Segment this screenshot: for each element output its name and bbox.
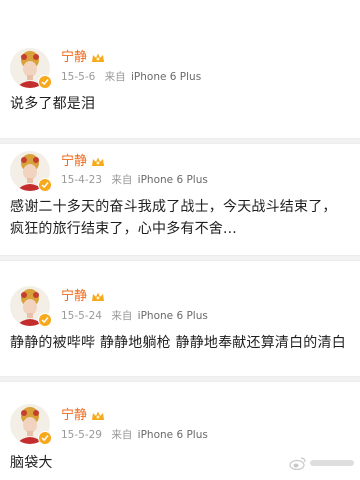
post-card[interactable]: 宁静 15-4-23 来自 iPhone 6 Plus 感谢二十多天的奋斗我成了…: [0, 144, 360, 255]
vip-crown-icon: [92, 292, 105, 301]
post-meta: 15-5-24 来自 iPhone 6 Plus: [61, 309, 208, 323]
user-name[interactable]: 宁静: [61, 408, 87, 424]
post-date: 15-4-23: [61, 174, 102, 186]
avatar[interactable]: [10, 286, 52, 327]
post-text: 静静的被哔哔 静静地躺枪 静静地奉献还算清白的清白: [10, 335, 346, 351]
watermark-blurred-text: [310, 460, 354, 466]
avatar[interactable]: [10, 48, 52, 89]
post-date: 15-5-6: [61, 71, 96, 83]
user-name[interactable]: 宁静: [61, 50, 87, 66]
post-text: 感谢二十多天的奋斗我成了战士，今天战斗结束了，疯狂的旅行结束了，心中多有不舍..…: [10, 199, 337, 237]
user-name[interactable]: 宁静: [61, 154, 87, 170]
vip-crown-icon: [92, 411, 105, 420]
post-text: 说多了都是泪: [10, 96, 96, 112]
post-meta: 15-5-29 来自 iPhone 6 Plus: [61, 428, 208, 442]
avatar[interactable]: [10, 404, 52, 445]
source-prefix: 来自: [111, 174, 133, 186]
verified-badge-icon: [38, 313, 52, 327]
post-card[interactable]: 宁静 15-5-6 来自 iPhone 6 Plus 说多了都是泪: [0, 0, 360, 138]
vip-crown-icon: [92, 157, 105, 166]
source-device[interactable]: iPhone 6 Plus: [131, 71, 201, 83]
source-device[interactable]: iPhone 6 Plus: [138, 310, 208, 322]
verified-badge-icon: [38, 178, 52, 192]
post-date: 15-5-24: [61, 310, 102, 322]
verified-badge-icon: [38, 431, 52, 445]
weibo-logo-icon: [289, 457, 306, 470]
verified-badge-icon: [38, 75, 52, 89]
vip-crown-icon: [92, 53, 105, 62]
user-name[interactable]: 宁静: [61, 289, 87, 305]
post-meta: 15-4-23 来自 iPhone 6 Plus: [61, 173, 208, 187]
post-date: 15-5-29: [61, 429, 102, 441]
source-device[interactable]: iPhone 6 Plus: [138, 429, 208, 441]
post-card[interactable]: 宁静 15-5-24 来自 iPhone 6 Plus 静静的被哔哔 静静地躺枪…: [0, 261, 360, 376]
source-device[interactable]: iPhone 6 Plus: [138, 174, 208, 186]
source-prefix: 来自: [111, 310, 133, 322]
source-prefix: 来自: [111, 429, 133, 441]
post-meta: 15-5-6 来自 iPhone 6 Plus: [61, 70, 201, 84]
watermark: [289, 456, 354, 470]
source-prefix: 来自: [104, 71, 126, 83]
avatar[interactable]: [10, 151, 52, 192]
